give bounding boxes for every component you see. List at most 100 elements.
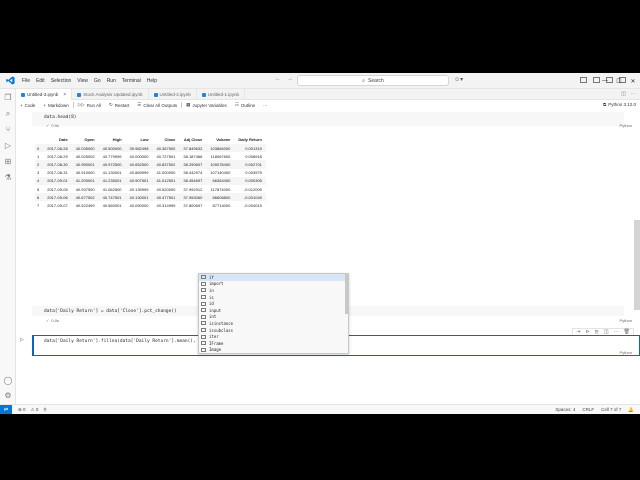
suggestion-item[interactable]: if [199,274,348,281]
menu-view[interactable]: View [74,78,91,84]
maximize-icon[interactable]: ☐ [612,73,626,89]
add-markdown-button[interactable]: + Markdown [39,103,72,108]
source-control-icon[interactable]: ⑂ [3,125,13,135]
run-all-button[interactable]: ▷▷ Run All [74,102,105,108]
tab-label: Stock Analysis Updated.ipynb [83,92,143,97]
table-cell: 38.290607 [179,160,207,169]
menu-run[interactable]: Run [104,78,119,84]
suggestion-item[interactable]: id [199,300,348,307]
cell-position[interactable]: Cell 7 of 7 [601,407,621,413]
menu-help[interactable]: Help [144,78,160,84]
suggestion-item[interactable]: import [199,281,348,288]
suggestion-item[interactable]: Image [199,347,348,353]
suggestion-scrollbar[interactable] [345,274,348,314]
menu-go[interactable]: Go [91,78,104,84]
check-icon: ✓ [46,123,50,128]
errors-count: 0 [23,406,26,412]
toggle-sidebar-icon[interactable] [580,77,587,83]
column-header: Low [140,137,149,142]
variables-button[interactable]: ▦ Jupyter Variables [182,102,231,108]
command-center-search[interactable]: ⌕ Search [297,75,449,86]
remote-icon[interactable]: ⇄ [0,404,12,414]
column-header [35,135,43,144]
table-row: 2 2017-08-30 40.950001 40.972500 40.652500 40… [35,160,266,169]
outline-button[interactable]: ☷ Outline [231,102,259,108]
suggestion-item[interactable]: issubclass [199,327,348,334]
table-cell: 40.972500 [98,160,126,169]
suggestion-item[interactable]: is [199,294,348,301]
run-debug-icon[interactable]: ▷ [3,141,13,151]
column-header: Close [164,137,176,142]
table-cell: 87714000 [212,202,231,208]
add-code-label: Code [24,102,36,108]
suggestion-item[interactable]: isinstance [199,320,348,327]
copilot-icon[interactable]: ☺▾ [454,76,463,83]
vscode-logo-icon [3,74,17,88]
menu-file[interactable]: File [19,78,33,84]
notifications-bell-icon[interactable]: 🔔 [628,407,634,413]
split-editor-icon[interactable]: ◫ [621,91,626,97]
extensions-icon[interactable]: ⊞ [3,157,13,167]
cell-source[interactable]: data['Daily Return'].fillna(data['Daily … [44,339,207,344]
status-left: ⊗ 0 ⚠ 0 ⚲ [18,407,47,413]
add-code-button[interactable]: + Code [16,103,39,108]
close-window-icon[interactable]: ✕ [626,73,640,89]
search-view-icon[interactable]: ⌕ [3,109,13,119]
more-actions-icon[interactable]: ··· [631,91,636,97]
cell-language[interactable]: Python [620,318,632,323]
keyword-icon [201,334,206,339]
table-cell: 2017-09-06 [43,193,72,202]
suggestion-label: id [209,301,214,307]
table-cell: 40.025002 [75,153,95,159]
minimize-icon[interactable]: — [598,73,612,89]
explorer-icon[interactable]: ❐ [3,93,13,103]
kernel-picker[interactable]: ⧉ Python 3.12.0 [603,102,636,107]
manage-gear-icon[interactable]: ⚙ [3,391,13,401]
table-cell: 40.747501 [98,193,126,202]
forward-arrow-icon[interactable]: → [287,76,293,82]
tab-untitled-2[interactable]: Untitled-2.ipynb [149,89,197,100]
table-cell: 40.652500 [125,160,153,169]
keyword-icon [201,301,206,306]
suggestion-item[interactable]: input [199,307,348,314]
warnings-indicator[interactable]: ⚠ 0 [31,407,39,413]
suggestion-item[interactable]: in [199,287,348,294]
tab-stock-analysis[interactable]: Stock Analysis Updated.ipynb [72,89,149,100]
back-arrow-icon[interactable]: ← [275,76,281,82]
suggestion-item[interactable]: IFrame [199,340,348,347]
testing-icon[interactable]: ⚗ [3,173,13,183]
close-tab-icon[interactable]: × [63,92,66,98]
suggestion-item[interactable]: iter [199,333,348,340]
eol-indicator[interactable]: CRLF [582,407,594,413]
cell-source[interactable]: data['Daily Return'] = data['Close'].pct… [44,309,177,314]
table-cell: 40.520000 [156,186,176,192]
more-toolbar-icon[interactable]: ··· [259,103,272,108]
restart-button[interactable]: ↻ Restart [105,102,133,108]
menu-terminal[interactable]: Terminal [119,78,144,84]
run-cell-icon[interactable]: ▷ [20,337,24,343]
table-cell: 109078400 [206,160,235,169]
table-cell: 40.677502 [71,193,99,202]
menu-edit[interactable]: Edit [33,78,48,84]
notebook-icon [153,92,158,97]
cell-language[interactable]: Python [620,350,632,355]
cell-source[interactable]: data.head(8) [44,115,77,120]
clear-outputs-button[interactable]: ☰ Clear All Outputs [133,102,181,108]
notebook-editor: data.head(8) Python ✓ 0.0s Date Open High Lo… [16,110,640,404]
cell-language[interactable]: Python [620,123,632,128]
account-icon[interactable]: ◯ [3,376,13,386]
ports-icon[interactable]: ⚲ [43,407,46,413]
table-cell: 0.001319 [234,144,266,153]
tab-untitled-1[interactable]: Untitled-1.ipynb [197,89,246,100]
table-cell: 41.012501 [152,176,180,185]
column-header: Date [59,137,68,142]
tab-untitled-3[interactable]: Untitled-3.ipynb × [16,89,73,100]
spaces-indicator[interactable]: Spaces: 4 [555,407,575,413]
editor-scrollbar[interactable] [634,220,640,310]
menu-selection[interactable]: Selection [48,78,75,84]
search-label: Search [367,77,384,84]
errors-indicator[interactable]: ⊗ 0 [18,407,26,413]
code-cell-1[interactable]: data.head(8) [32,112,624,126]
window-controls: — ☐ ✕ [598,73,640,89]
suggestion-item[interactable]: int [199,314,348,321]
